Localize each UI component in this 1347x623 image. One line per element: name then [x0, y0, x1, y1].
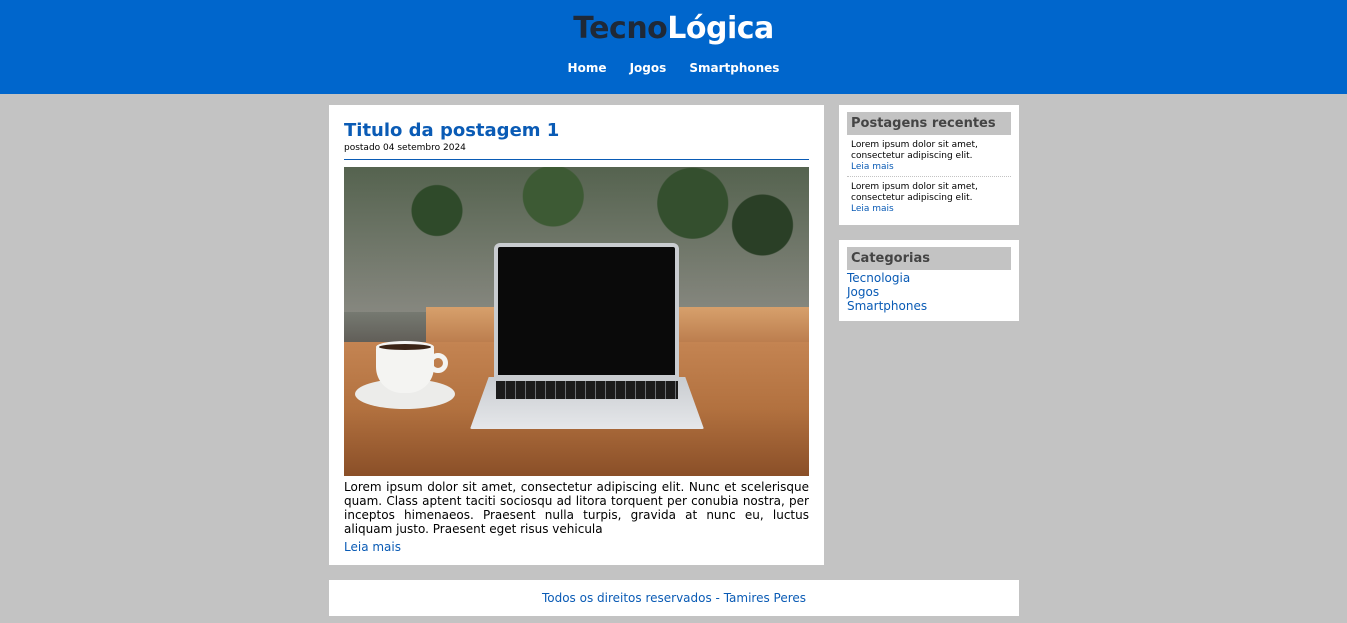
site-logo[interactable]: TecnoLógica [0, 11, 1347, 47]
image-laptop-screen [494, 243, 679, 381]
footer-text: Todos os direitos reservados - Tamires P… [541, 591, 807, 605]
recent-posts-title: Postagens recentes [847, 112, 1011, 135]
image-cup-handle [428, 353, 448, 373]
post-image-laptop-coffee [344, 167, 809, 476]
recent-posts-widget: Postagens recentes Lorem ipsum dolor sit… [839, 105, 1019, 225]
nav-jogos-link[interactable]: Jogos [630, 61, 667, 75]
recent-post-text: Lorem ipsum dolor sit amet, consectetur … [851, 140, 978, 161]
nav-home-link[interactable]: Home [568, 61, 607, 75]
recent-post-text: Lorem ipsum dolor sit amet, consectetur … [851, 182, 978, 203]
post-card: Titulo da postagem 1 postado 04 setembro… [329, 105, 824, 565]
recent-post-read-more-link[interactable]: Leia mais [851, 204, 894, 215]
category-link-jogos[interactable]: Jogos [847, 285, 1011, 299]
recent-post-read-more-link[interactable]: Leia mais [851, 162, 894, 173]
category-link-smartphones[interactable]: Smartphones [847, 299, 1011, 313]
image-cup-top [376, 341, 434, 353]
categories-widget: Categorias Tecnologia Jogos Smartphones [839, 240, 1019, 321]
image-laptop-keyboard [496, 379, 678, 399]
logo-part-logica: Lógica [667, 11, 774, 46]
recent-post-item: Lorem ipsum dolor sit amet, consectetur … [847, 135, 1011, 175]
categories-title: Categorias [847, 247, 1011, 270]
site-footer: Todos os direitos reservados - Tamires P… [329, 580, 1019, 616]
post-read-more-link[interactable]: Leia mais [344, 540, 401, 554]
main-nav: Home Jogos Smartphones [0, 57, 1347, 76]
category-link-tecnologia[interactable]: Tecnologia [847, 271, 1011, 285]
post-divider [344, 159, 809, 160]
categories-list: Tecnologia Jogos Smartphones [847, 271, 1011, 313]
nav-smartphones-link[interactable]: Smartphones [689, 61, 779, 75]
recent-post-item: Lorem ipsum dolor sit amet, consectetur … [847, 176, 1011, 217]
post-excerpt: Lorem ipsum dolor sit amet, consectetur … [344, 480, 809, 536]
post-title[interactable]: Titulo da postagem 1 [344, 120, 809, 142]
post-date: postado 04 setembro 2024 [344, 143, 466, 153]
logo-part-tecno: Tecno [573, 11, 668, 46]
site-header: TecnoLógica Home Jogos Smartphones [0, 0, 1347, 94]
